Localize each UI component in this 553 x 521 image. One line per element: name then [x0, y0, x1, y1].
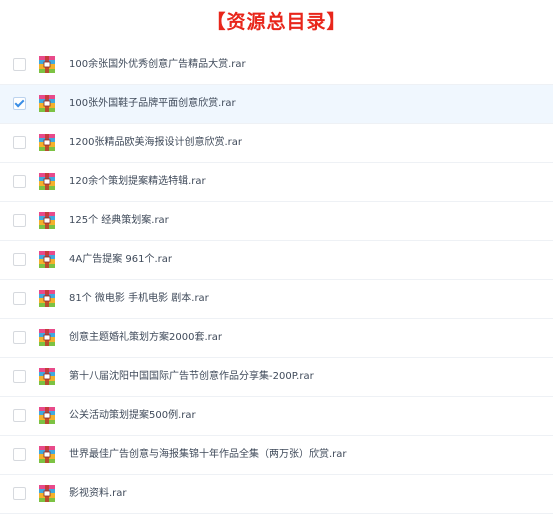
file-row[interactable]: 100张外国鞋子品牌平面创意欣赏.rar: [0, 85, 553, 124]
file-name[interactable]: 120余个策划提案精选特辑.rar: [69, 163, 206, 201]
file-checkbox[interactable]: [13, 58, 26, 71]
file-checkbox[interactable]: [13, 214, 26, 227]
archive-rar-icon: [39, 212, 55, 229]
file-checkbox[interactable]: [13, 448, 26, 461]
archive-rar-icon: [39, 173, 55, 190]
archive-rar-icon: [39, 485, 55, 502]
file-checkbox[interactable]: [13, 136, 26, 149]
file-row[interactable]: 1200张精品欧美海报设计创意欣赏.rar: [0, 124, 553, 163]
file-row[interactable]: 100余张国外优秀创意广告精品大赏.rar: [0, 46, 553, 85]
file-row[interactable]: 世界最佳广告创意与海报集锦十年作品全集（两万张）欣赏.rar: [0, 436, 553, 475]
archive-rar-icon: [39, 368, 55, 385]
file-row[interactable]: 125个 经典策划案.rar: [0, 202, 553, 241]
file-checkbox[interactable]: [13, 370, 26, 383]
file-checkbox[interactable]: [13, 331, 26, 344]
file-name[interactable]: 第十八届沈阳中国国际广告节创意作品分享集-200P.rar: [69, 358, 314, 396]
archive-rar-icon: [39, 134, 55, 151]
file-row[interactable]: 第十八届沈阳中国国际广告节创意作品分享集-200P.rar: [0, 358, 553, 397]
archive-rar-icon: [39, 95, 55, 112]
file-name[interactable]: 125个 经典策划案.rar: [69, 202, 169, 240]
file-name[interactable]: 100张外国鞋子品牌平面创意欣赏.rar: [69, 85, 236, 123]
archive-rar-icon: [39, 329, 55, 346]
file-checkbox[interactable]: [13, 97, 26, 110]
file-name[interactable]: 影视资料.rar: [69, 475, 127, 513]
file-row[interactable]: 创意主题婚礼策划方案2000套.rar: [0, 319, 553, 358]
archive-rar-icon: [39, 56, 55, 73]
file-checkbox[interactable]: [13, 487, 26, 500]
file-name[interactable]: 81个 微电影 手机电影 剧本.rar: [69, 280, 209, 318]
archive-rar-icon: [39, 251, 55, 268]
file-checkbox[interactable]: [13, 175, 26, 188]
file-name[interactable]: 创意主题婚礼策划方案2000套.rar: [69, 319, 222, 357]
file-row[interactable]: 公关活动策划提案500例.rar: [0, 397, 553, 436]
archive-rar-icon: [39, 290, 55, 307]
file-checkbox[interactable]: [13, 253, 26, 266]
file-checkbox[interactable]: [13, 292, 26, 305]
archive-rar-icon: [39, 407, 55, 424]
checkmark-icon: [14, 97, 25, 108]
file-row[interactable]: 81个 微电影 手机电影 剧本.rar: [0, 280, 553, 319]
file-list: 100余张国外优秀创意广告精品大赏.rar 100张外国鞋子品牌平面创意欣赏.ra…: [0, 46, 553, 514]
file-row[interactable]: 4A广告提案 961个.rar: [0, 241, 553, 280]
file-row[interactable]: 影视资料.rar: [0, 475, 553, 514]
file-name[interactable]: 公关活动策划提案500例.rar: [69, 397, 196, 435]
page-title: 【资源总目录】: [206, 11, 347, 33]
file-name[interactable]: 100余张国外优秀创意广告精品大赏.rar: [69, 46, 246, 84]
file-row[interactable]: 120余个策划提案精选特辑.rar: [0, 163, 553, 202]
file-name[interactable]: 世界最佳广告创意与海报集锦十年作品全集（两万张）欣赏.rar: [69, 436, 347, 474]
file-name[interactable]: 4A广告提案 961个.rar: [69, 241, 172, 279]
file-checkbox[interactable]: [13, 409, 26, 422]
file-name[interactable]: 1200张精品欧美海报设计创意欣赏.rar: [69, 124, 242, 162]
archive-rar-icon: [39, 446, 55, 463]
